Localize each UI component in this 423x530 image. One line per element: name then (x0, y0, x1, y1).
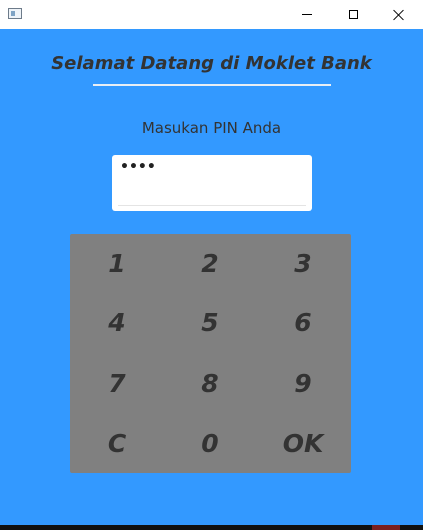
taskbar-edge (0, 525, 423, 530)
key-4[interactable]: 4 (72, 294, 162, 350)
clear-button[interactable]: C (72, 415, 162, 471)
key-6[interactable]: 6 (258, 294, 348, 350)
pin-label: Masukan PIN Anda (141, 119, 282, 137)
minimize-icon (302, 14, 312, 15)
minimize-button[interactable] (284, 0, 330, 29)
key-7[interactable]: 7 (72, 355, 162, 411)
key-9[interactable]: 9 (258, 355, 348, 411)
ok-button[interactable]: OK (258, 415, 348, 471)
keypad: 1 2 3 4 5 6 7 8 9 C 0 OK (70, 234, 351, 473)
close-button[interactable] (376, 0, 422, 29)
pin-input[interactable]: •••• (112, 155, 312, 211)
welcome-heading: Selamat Datang di Moklet Bank (51, 53, 372, 74)
key-8[interactable]: 8 (165, 355, 255, 411)
close-icon (393, 9, 405, 21)
title-bar (0, 0, 423, 29)
main-panel: Selamat Datang di Moklet Bank Masukan PI… (0, 29, 423, 525)
key-0[interactable]: 0 (165, 415, 255, 471)
heading-divider (93, 84, 331, 86)
key-2[interactable]: 2 (165, 235, 255, 291)
key-1[interactable]: 1 (72, 235, 162, 291)
key-5[interactable]: 5 (165, 294, 255, 350)
key-3[interactable]: 3 (258, 235, 348, 291)
app-icon (8, 8, 22, 19)
taskbar-thumbnail (372, 525, 400, 530)
maximize-icon (348, 10, 358, 19)
maximize-button[interactable] (330, 0, 376, 29)
